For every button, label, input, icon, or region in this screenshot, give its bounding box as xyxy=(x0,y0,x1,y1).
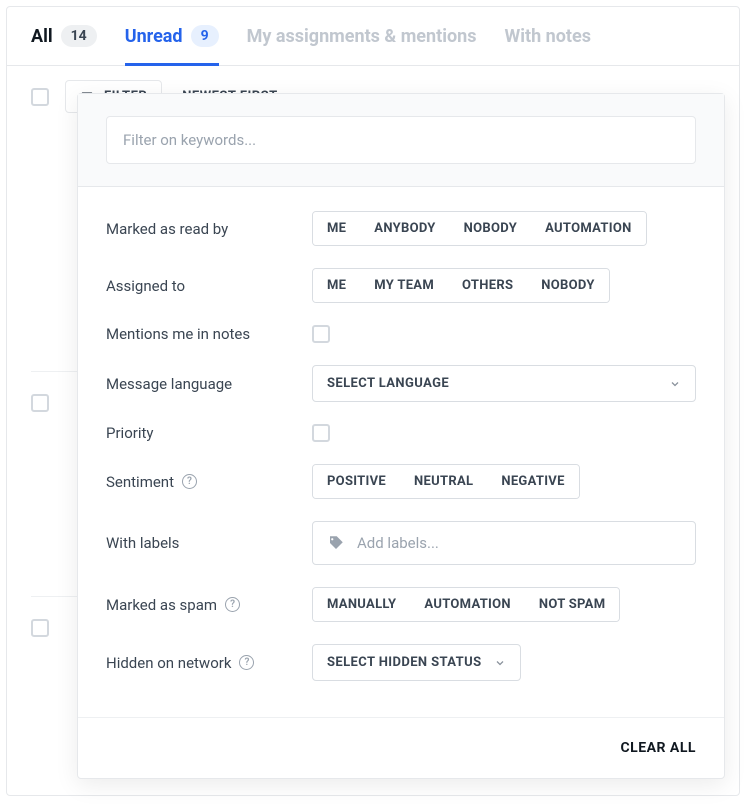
row-checkbox[interactable] xyxy=(31,619,49,637)
tabs-bar: All 14 Unread 9 My assignments & mention… xyxy=(7,7,739,66)
tab-count-badge: 14 xyxy=(61,25,97,47)
spam-segmented: MANUALLY AUTOMATION NOT SPAM xyxy=(312,587,620,622)
tag-icon xyxy=(327,534,345,552)
with-labels-label: With labels xyxy=(106,534,312,552)
tab-label: My assignments & mentions xyxy=(247,26,477,47)
marked-read-label: Marked as read by xyxy=(106,220,312,238)
sentiment-negative[interactable]: NEGATIVE xyxy=(487,465,578,498)
sentiment-neutral[interactable]: NEUTRAL xyxy=(400,465,487,498)
chevron-down-icon xyxy=(669,378,681,390)
marked-read-automation[interactable]: AUTOMATION xyxy=(531,212,645,245)
help-icon[interactable]: ? xyxy=(182,474,197,489)
sentiment-label: Sentiment ? xyxy=(106,473,312,491)
assigned-others[interactable]: OTHERS xyxy=(448,269,527,302)
sentiment-positive[interactable]: POSITIVE xyxy=(313,465,400,498)
mentions-me-label: Mentions me in notes xyxy=(106,325,312,343)
filter-search-section xyxy=(78,94,724,187)
tab-with-notes[interactable]: With notes xyxy=(504,26,590,66)
tab-assignments[interactable]: My assignments & mentions xyxy=(247,26,477,66)
mentions-me-checkbox[interactable] xyxy=(312,325,330,343)
marked-read-segmented: ME ANYBODY NOBODY AUTOMATION xyxy=(312,211,647,246)
chevron-down-icon xyxy=(494,657,506,669)
hidden-status-select[interactable]: SELECT HIDDEN STATUS xyxy=(312,644,521,681)
marked-spam-label: Marked as spam ? xyxy=(106,596,312,614)
sentiment-segmented: POSITIVE NEUTRAL NEGATIVE xyxy=(312,464,580,499)
assigned-to-segmented: ME MY TEAM OTHERS NOBODY xyxy=(312,268,610,303)
filter-body: Marked as read by ME ANYBODY NOBODY AUTO… xyxy=(78,187,724,717)
tab-label: Unread xyxy=(125,26,183,47)
priority-label: Priority xyxy=(106,424,312,442)
marked-read-nobody[interactable]: NOBODY xyxy=(450,212,531,245)
help-icon[interactable]: ? xyxy=(225,597,240,612)
priority-checkbox[interactable] xyxy=(312,424,330,442)
spam-manually[interactable]: MANUALLY xyxy=(313,588,410,621)
assigned-my-team[interactable]: MY TEAM xyxy=(360,269,448,302)
message-language-label: Message language xyxy=(106,375,312,393)
filter-footer: CLEAR ALL xyxy=(78,717,724,778)
marked-read-me[interactable]: ME xyxy=(313,212,360,245)
hidden-network-label: Hidden on network ? xyxy=(106,654,312,672)
marked-read-anybody[interactable]: ANYBODY xyxy=(360,212,449,245)
tab-count-badge: 9 xyxy=(191,25,219,47)
with-labels-placeholder: Add labels... xyxy=(357,534,439,552)
tab-label: All xyxy=(31,26,53,47)
clear-all-button[interactable]: CLEAR ALL xyxy=(620,740,696,756)
tab-label: With notes xyxy=(504,26,590,47)
language-select-text: SELECT LANGUAGE xyxy=(327,376,449,391)
filter-panel: Marked as read by ME ANYBODY NOBODY AUTO… xyxy=(77,93,725,779)
assigned-me[interactable]: ME xyxy=(313,269,360,302)
hidden-status-text: SELECT HIDDEN STATUS xyxy=(327,655,482,670)
tab-unread[interactable]: Unread 9 xyxy=(125,25,219,66)
tab-all[interactable]: All 14 xyxy=(31,25,97,66)
spam-not-spam[interactable]: NOT SPAM xyxy=(525,588,620,621)
language-select[interactable]: SELECT LANGUAGE xyxy=(312,365,696,402)
assigned-nobody[interactable]: NOBODY xyxy=(527,269,608,302)
row-checkbox[interactable] xyxy=(31,394,49,412)
with-labels-input[interactable]: Add labels... xyxy=(312,521,696,565)
spam-automation[interactable]: AUTOMATION xyxy=(410,588,524,621)
select-all-checkbox[interactable] xyxy=(31,88,49,106)
assigned-to-label: Assigned to xyxy=(106,277,312,295)
help-icon[interactable]: ? xyxy=(239,655,254,670)
filter-keywords-input[interactable] xyxy=(106,116,696,164)
